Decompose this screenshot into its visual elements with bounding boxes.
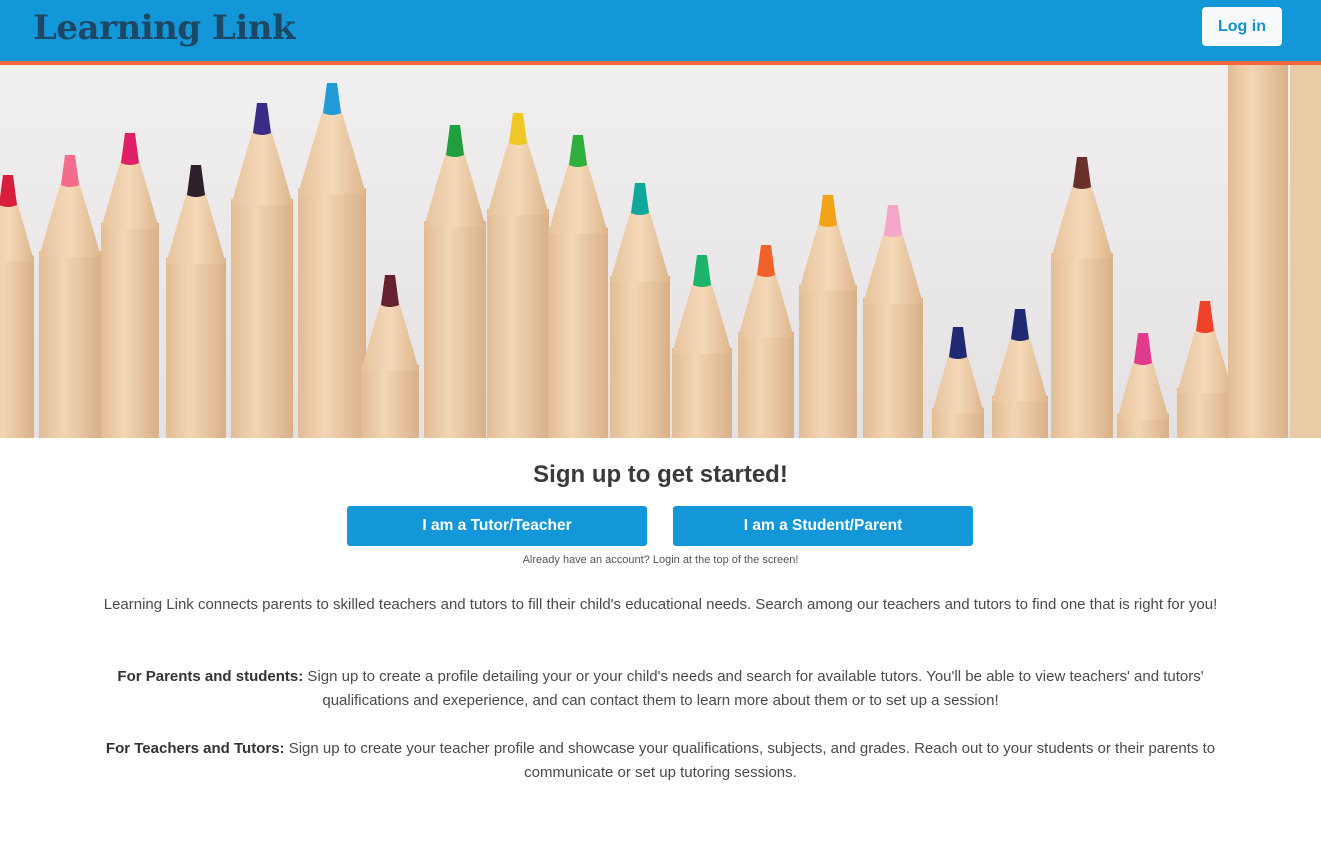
pencil-body	[610, 276, 670, 438]
pencil-body	[799, 284, 857, 438]
colored-pencils-image	[0, 65, 1321, 438]
pencil-body	[1051, 253, 1113, 438]
existing-account-hint: Already have an account? Login at the to…	[522, 554, 799, 566]
signup-heading: Sign up to get started!	[533, 461, 788, 488]
pencil-body	[672, 348, 732, 438]
pencil-body	[487, 209, 549, 438]
pencil-body	[298, 188, 366, 438]
pencil-body	[863, 298, 923, 438]
intro-paragraph: Learning Link connects parents to skille…	[103, 596, 1218, 613]
top-navbar: Learning Link Log in	[0, 0, 1321, 65]
pencil-body	[361, 364, 419, 438]
pencil-body	[424, 221, 486, 438]
login-button[interactable]: Log in	[1202, 7, 1282, 46]
parents-paragraph: For Parents and students: Sign up to cre…	[100, 665, 1221, 713]
brand-logo[interactable]: Learning Link	[33, 6, 296, 50]
teachers-paragraph: For Teachers and Tutors: Sign up to crea…	[100, 737, 1221, 785]
pencil-body	[39, 251, 101, 438]
pencil-body	[1177, 387, 1233, 438]
tutor-signup-button[interactable]: I am a Tutor/Teacher	[347, 506, 647, 546]
pencil-body	[101, 222, 159, 438]
parents-text: Sign up to create a profile detailing yo…	[303, 668, 1204, 709]
pencil-body-edge	[1228, 65, 1288, 438]
pencil-body	[738, 331, 794, 438]
hero-banner	[0, 65, 1321, 438]
pencil-body	[992, 395, 1048, 438]
teachers-label: For Teachers and Tutors:	[105, 740, 285, 757]
teachers-text: Sign up to create your teacher profile a…	[284, 740, 1216, 781]
pencil-body	[166, 258, 226, 438]
pencil-body	[0, 255, 34, 438]
student-signup-button[interactable]: I am a Student/Parent	[673, 506, 973, 546]
pencil-body-edge	[1290, 65, 1321, 438]
pencil-body	[231, 199, 293, 438]
parents-label: For Parents and students:	[117, 668, 304, 685]
pencil-body	[548, 228, 608, 438]
